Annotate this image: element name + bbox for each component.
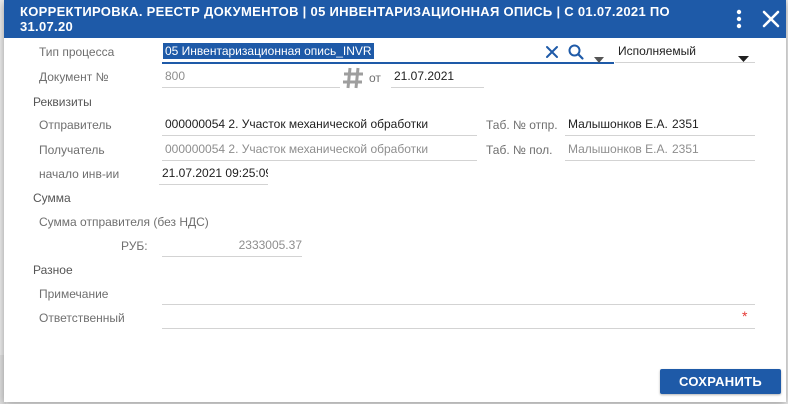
requisites-section-title: Реквизиты — [33, 95, 92, 109]
more-vert-icon[interactable] — [726, 6, 752, 32]
process-type-label: Тип процесса — [39, 45, 115, 59]
dropdown-arrow-icon[interactable] — [738, 49, 749, 67]
receiver-tab-label: Таб. № пол. — [486, 143, 553, 157]
document-date-label: от — [369, 71, 381, 85]
document-number-field: 800 — [162, 65, 340, 88]
hash-icon — [342, 66, 364, 95]
receiver-person-field: Малышонков Е.А. 2351 — [565, 138, 755, 161]
dialog-title: КОРРЕКТИРОВКА. РЕЕСТР ДОКУМЕНТОВ | 05 ИН… — [20, 4, 670, 36]
status-select[interactable]: Исполняемый — [615, 40, 755, 63]
dialog-titlebar: КОРРЕКТИРОВКА. РЕЕСТР ДОКУМЕНТОВ | 05 ИН… — [4, 0, 786, 38]
sender-person-field[interactable]: Малышонков Е.А. 2351 — [565, 113, 755, 136]
document-number-label: Документ № — [39, 70, 109, 84]
dropdown-arrow-icon[interactable] — [594, 50, 604, 68]
edit-dialog: КОРРЕКТИРОВКА. РЕЕСТР ДОКУМЕНТОВ | 05 ИН… — [4, 0, 786, 402]
document-date-field[interactable]: 21.07.2021 — [391, 65, 484, 88]
sender-field[interactable]: 000000054 2. Участок механической обрабо… — [162, 113, 477, 136]
clear-icon[interactable] — [545, 45, 559, 64]
sum-section-title: Сумма — [33, 191, 71, 205]
start-label: начало инв-ии — [39, 167, 120, 181]
currency-label: РУБ: — [121, 239, 148, 253]
responsible-label: Ответственный — [39, 311, 125, 325]
responsible-field[interactable] — [162, 306, 755, 329]
receiver-field: 000000054 2. Участок механической обрабо… — [162, 138, 477, 161]
receiver-tab-number: 2351 — [672, 142, 699, 156]
sender-tab-label: Таб. № отпр. — [486, 118, 558, 132]
search-icon[interactable] — [567, 43, 585, 66]
sender-sum-field: 2333005.37 — [162, 234, 302, 257]
required-mark: * — [742, 308, 748, 324]
sender-label: Отправитель — [39, 118, 112, 132]
sender-sum-label: Сумма отправителя (без НДС) — [39, 215, 209, 229]
note-field[interactable] — [162, 282, 755, 305]
process-type-value: 05 Инвентаризационная опись_INVR — [163, 43, 374, 59]
note-label: Примечание — [39, 287, 109, 301]
status-value: Исполняемый — [618, 44, 696, 58]
sender-tab-number: 2351 — [672, 117, 699, 131]
receiver-label: Получатель — [39, 143, 105, 157]
close-icon[interactable] — [758, 6, 784, 32]
save-button[interactable]: СОХРАНИТЬ — [660, 369, 781, 394]
misc-section-title: Разное — [33, 263, 73, 277]
start-datetime-field[interactable]: 21.07.2021 09:25:09 — [159, 162, 268, 185]
